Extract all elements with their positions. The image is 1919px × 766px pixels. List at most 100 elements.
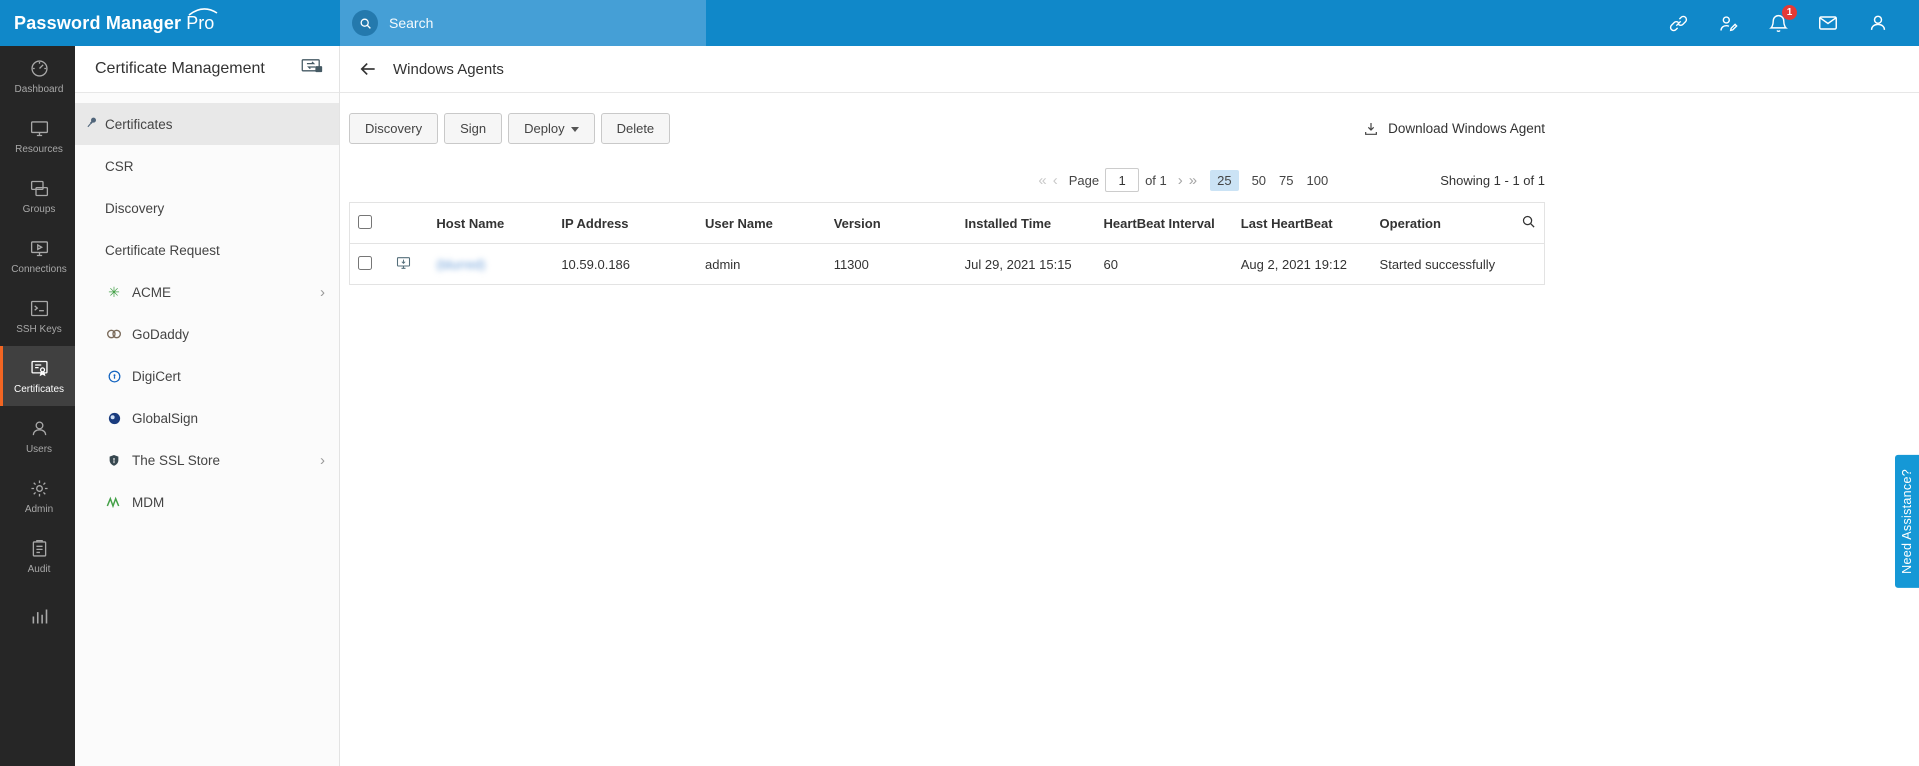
nav-item-certificates[interactable]: Certificates: [0, 346, 75, 406]
main-panel: Windows Agents Discovery Sign Deploy Del…: [340, 46, 1919, 766]
cell-last-heartbeat: Aug 2, 2021 19:12: [1232, 243, 1372, 285]
chevron-right-icon: ›: [320, 283, 325, 301]
page-size-100[interactable]: 100: [1307, 173, 1329, 188]
table-header-row: Host Name IP Address User Name Version I…: [349, 202, 1545, 244]
discovery-button[interactable]: Discovery: [349, 113, 439, 144]
top-icon-group: 1: [1667, 0, 1919, 46]
mdm-icon: [105, 496, 123, 508]
logo-title: Password Manager: [14, 12, 182, 33]
admin-icon: [30, 479, 48, 497]
top-bar: Password Manager Pro 1: [0, 0, 1919, 46]
prev-page-button[interactable]: ‹: [1053, 172, 1058, 189]
sidebar-item-godaddy[interactable]: GoDaddy: [75, 313, 339, 355]
page-size-25[interactable]: 25: [1210, 169, 1239, 191]
page-title: Windows Agents: [393, 60, 504, 78]
profile-user-icon[interactable]: [1867, 12, 1889, 34]
mail-icon[interactable]: [1817, 12, 1839, 34]
resources-icon: [30, 120, 48, 136]
cell-installed-time: Jul 29, 2021 15:15: [956, 243, 1096, 285]
agents-table: Host Name IP Address User Name Version I…: [349, 202, 1545, 285]
link-icon[interactable]: [1667, 12, 1689, 34]
audit-icon: [32, 539, 46, 557]
back-button[interactable]: [358, 59, 378, 79]
sidebar-item-mdm[interactable]: MDM: [75, 481, 339, 523]
nav-item-admin[interactable]: Admin: [0, 466, 75, 526]
download-icon: [1365, 122, 1378, 135]
app-logo: Password Manager Pro: [0, 0, 340, 46]
last-page-button[interactable]: »: [1189, 172, 1197, 189]
sidebar-item-acme[interactable]: ✳ ACME ›: [75, 271, 339, 313]
cell-heartbeat-interval: 60: [1095, 243, 1233, 285]
table-search-icon[interactable]: [1521, 215, 1536, 232]
search-icon[interactable]: [352, 10, 378, 36]
sign-button[interactable]: Sign: [444, 113, 503, 144]
godaddy-icon: [105, 328, 123, 340]
deploy-button[interactable]: Deploy: [508, 113, 595, 144]
agent-host-icon: [395, 256, 412, 274]
sidebar-item-certificates[interactable]: Certificates: [75, 103, 339, 145]
nav-item-audit[interactable]: Audit: [0, 526, 75, 586]
main-header: Windows Agents: [340, 46, 1919, 93]
sidebar-item-digicert[interactable]: DigiCert: [75, 355, 339, 397]
row-checkbox[interactable]: [358, 255, 372, 270]
search-input[interactable]: [389, 15, 694, 31]
download-windows-agent-button[interactable]: Download Windows Agent: [1363, 121, 1545, 137]
groups-icon: [30, 180, 48, 196]
caret-down-icon: [570, 127, 579, 133]
host-name-link[interactable]: (blurred): [436, 257, 485, 272]
nav-item-reports[interactable]: [0, 586, 75, 646]
certificate-sync-icon[interactable]: [301, 58, 323, 81]
dashboard-icon: [30, 59, 48, 77]
showing-count-label: Showing 1 - 1 of 1: [1440, 172, 1545, 188]
notifications-bell-icon[interactable]: 1: [1767, 5, 1797, 34]
pagination-bar: « ‹ Page of 1 › » 25 50 75 100 Showing 1…: [349, 168, 1545, 192]
col-operation: Operation: [1371, 202, 1504, 244]
sidebar-header: Certificate Management: [75, 46, 339, 93]
col-version: Version: [825, 202, 957, 244]
col-host-name: Host Name: [428, 202, 554, 244]
page-size-50[interactable]: 50: [1252, 173, 1266, 188]
sidebar-item-certificate-request[interactable]: Certificate Request: [75, 229, 339, 271]
sidebar-items: Certificates CSR Discovery Certificate R…: [75, 93, 339, 523]
digicert-icon: [105, 369, 123, 384]
nav-item-ssh-keys[interactable]: SSH Keys: [0, 286, 75, 346]
nav-item-dashboard[interactable]: Dashboard: [0, 46, 75, 106]
page-size-75[interactable]: 75: [1279, 173, 1293, 188]
delete-button[interactable]: Delete: [600, 113, 671, 144]
next-page-button[interactable]: ›: [1178, 172, 1183, 189]
ssh-keys-icon: [30, 300, 48, 316]
user-edit-icon[interactable]: [1717, 12, 1739, 34]
table-row[interactable]: (blurred) 10.59.0.186 admin 11300 Jul 29…: [349, 243, 1545, 285]
select-all-checkbox[interactable]: [358, 214, 372, 229]
nav-item-resources[interactable]: Resources: [0, 106, 75, 166]
certificate-sidebar: Certificate Management Certificates CSR …: [75, 46, 340, 766]
logo-suffix: Pro: [186, 7, 218, 34]
bar-chart-icon: [32, 609, 47, 623]
sidebar-item-globalsign[interactable]: GlobalSign: [75, 397, 339, 439]
need-assistance-tab[interactable]: Need Assistance?: [1895, 455, 1919, 588]
page-size-options: 25 50 75 100: [1210, 169, 1329, 191]
col-ip-address: IP Address: [553, 202, 697, 244]
pin-icon: [84, 115, 99, 133]
acme-icon: ✳: [108, 283, 120, 300]
logo-swoosh-icon: [188, 7, 218, 16]
globalsign-icon: [105, 411, 123, 426]
sidebar-item-csr[interactable]: CSR: [75, 145, 339, 187]
content-area: Discovery Sign Deploy Delete Download Wi…: [340, 93, 1555, 285]
col-installed-time: Installed Time: [956, 202, 1096, 244]
nav-item-users[interactable]: Users: [0, 406, 75, 466]
connections-icon: [30, 240, 48, 256]
toolbar: Discovery Sign Deploy Delete Download Wi…: [349, 113, 1545, 144]
page-number-input[interactable]: [1105, 168, 1140, 192]
cell-version: 11300: [825, 243, 957, 285]
sidebar-title: Certificate Management: [95, 60, 265, 77]
certificates-icon: [30, 360, 48, 376]
nav-item-connections[interactable]: Connections: [0, 226, 75, 286]
sidebar-item-ssl-store[interactable]: The SSL Store ›: [75, 439, 339, 481]
first-page-button[interactable]: «: [1038, 172, 1046, 189]
users-icon: [32, 420, 46, 435]
sidebar-item-discovery[interactable]: Discovery: [75, 187, 339, 229]
nav-item-groups[interactable]: Groups: [0, 166, 75, 226]
notification-badge: 1: [1782, 5, 1797, 20]
page-label: Page: [1068, 172, 1100, 188]
